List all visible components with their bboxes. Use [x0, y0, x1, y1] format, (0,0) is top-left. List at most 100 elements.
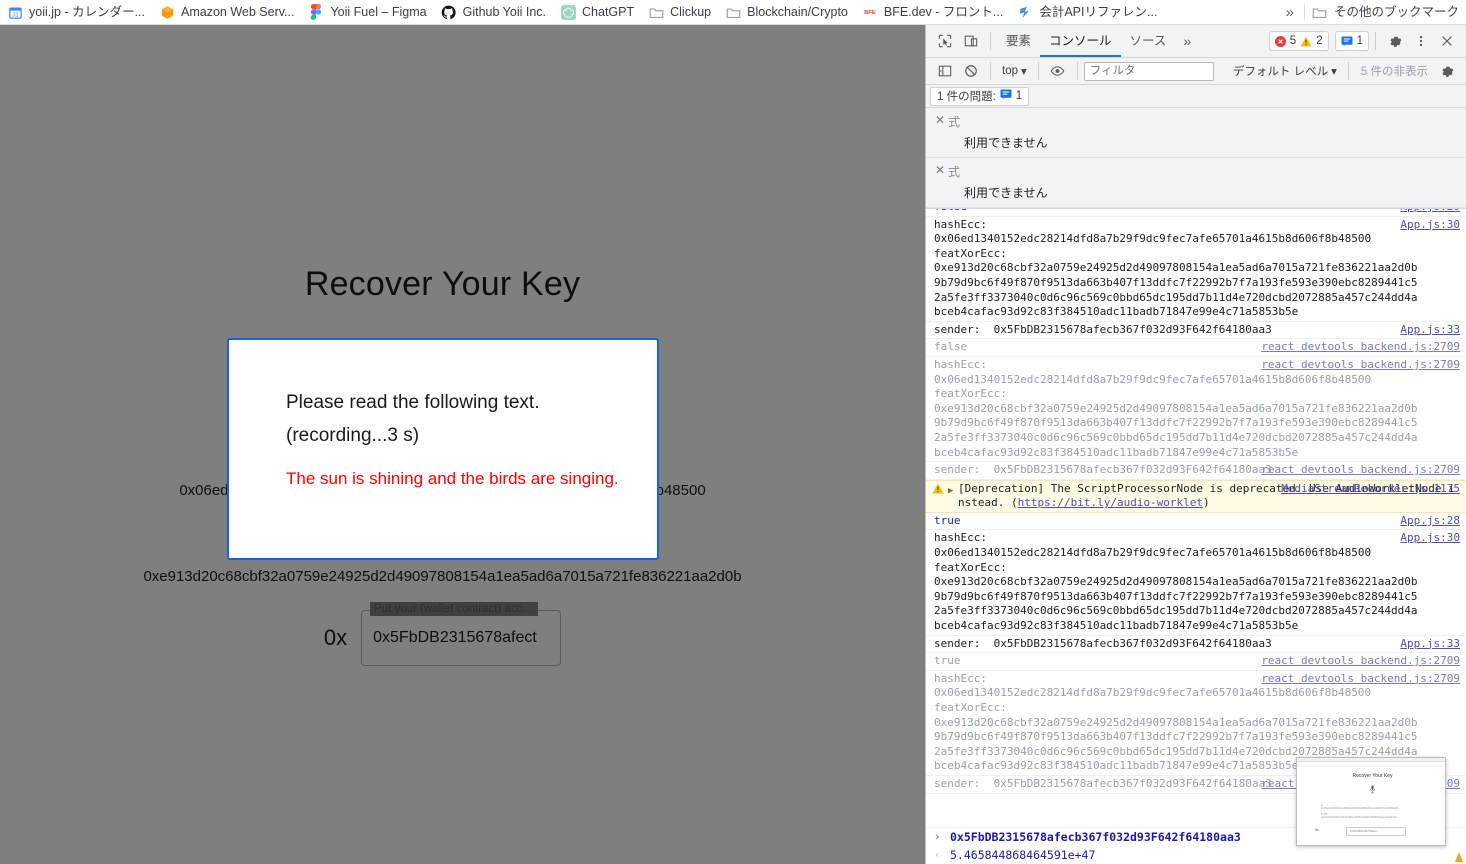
- console-message-link[interactable]: https://bit.ly/audio-worklet: [1018, 496, 1203, 509]
- bookmark-label: Github Yoii Inc.: [462, 5, 547, 19]
- triangle-right-icon[interactable]: ▶: [948, 482, 958, 511]
- bookmark-item-aws[interactable]: Amazon Web Serv...: [152, 1, 301, 23]
- console-log-message[interactable]: true react devtools backend.js:2709: [926, 653, 1466, 671]
- warning-count: 2: [1316, 35, 1323, 47]
- bookmark-item-chatgpt[interactable]: ChatGPT: [553, 1, 641, 23]
- log-level-selector[interactable]: デフォルト レベル ▾: [1228, 63, 1342, 79]
- log-level-label: デフォルト レベル: [1232, 66, 1329, 78]
- console-message-source[interactable]: react devtools backend.js:2709: [1261, 463, 1460, 478]
- console-log-message[interactable]: true App.js:28: [926, 513, 1466, 531]
- close-icon[interactable]: ✕: [932, 163, 948, 177]
- devtools-panel: 要素 コンソール ソース » 5 2 1 top ▾ フィルタ デフォルト レベ…: [925, 25, 1466, 864]
- thumbnail-field-prefix: 0x: [1315, 827, 1319, 832]
- bookmark-item-bfe[interactable]: BFE BFE.dev - フロント...: [855, 1, 1010, 23]
- live-expression-icon[interactable]: [1045, 58, 1071, 84]
- error-warning-counts[interactable]: 5 2: [1268, 31, 1329, 51]
- console-result-value: 5.465844868464591e+47: [950, 848, 1096, 862]
- filter-divider-3: [1076, 62, 1078, 80]
- console-message-list[interactable]: falseApp.js:28hashEcc: 0x06ed1340152edc2…: [926, 209, 1466, 827]
- console-input-value[interactable]: 0x5FbDB2315678afecb367f032d93F642f64180a…: [950, 830, 1241, 844]
- folder-icon: [648, 4, 664, 20]
- message-count-badge[interactable]: 1: [1334, 31, 1369, 51]
- toolbar-divider-2: [1375, 32, 1376, 50]
- thumbnail-field-row: 0x 0x5FbDB2315678afecb…: [1315, 823, 1430, 836]
- thumbnail-page: Recover Your Key c: 0x06ed1340152edc2821…: [1297, 767, 1445, 845]
- console-message-source[interactable]: react devtools backend.js:2709: [1261, 672, 1460, 687]
- resize-corner-icon: [1455, 852, 1463, 862]
- console-message-source[interactable]: App.js:30: [1400, 531, 1460, 546]
- tab-elements[interactable]: 要素: [997, 25, 1040, 57]
- console-message-source[interactable]: App.js:30: [1400, 218, 1460, 233]
- console-message-source[interactable]: MediaStreamRecorder.js:1175: [1281, 482, 1460, 497]
- console-log-message[interactable]: sender: 0x5FbDB2315678afecb367f032d93F64…: [926, 322, 1466, 340]
- console-log-message[interactable]: hashEcc: 0x06ed1340152edc28214dfd8a7b29f…: [926, 530, 1466, 636]
- chevron-down-icon: ▾: [1021, 66, 1027, 78]
- bookmarks-bar: 31 yoii.jp - カレンダー... Amazon Web Serv...…: [0, 0, 1466, 25]
- prompt-arrow-icon: ›: [934, 830, 941, 843]
- watch-expressions: ✕ 式 利用できません ✕ 式 利用できません: [926, 108, 1466, 209]
- bookmark-folder-other[interactable]: その他のブックマーク: [1305, 1, 1466, 23]
- console-log-message[interactable]: hashEcc: 0x06ed1340152edc28214dfd8a7b29f…: [926, 217, 1466, 322]
- close-icon[interactable]: ✕: [932, 113, 948, 127]
- bookmark-label: Blockchain/Crypto: [747, 5, 848, 19]
- bookmark-label: 会計APIリファレン...: [1039, 5, 1158, 19]
- figma-icon: [308, 4, 324, 20]
- console-message-source[interactable]: App.js:33: [1400, 323, 1460, 338]
- issues-chip[interactable]: 1 件の問題: 1: [930, 86, 1030, 106]
- browser-window: 31 yoii.jp - カレンダー... Amazon Web Serv...…: [0, 0, 1466, 864]
- close-icon[interactable]: [1434, 28, 1460, 54]
- console-log-message[interactable]: false react devtools backend.js:2709: [926, 339, 1466, 357]
- inspect-element-icon[interactable]: [932, 28, 958, 54]
- console-message-source[interactable]: react devtools backend.js:2709: [1261, 358, 1460, 373]
- toolbar-divider: [990, 32, 991, 50]
- console-message-text: sender: 0x5FbDB2315678afecb367f032d93F64…: [934, 636, 1272, 650]
- console-log-message[interactable]: falseApp.js:28: [926, 209, 1466, 217]
- watch-expression-label: 式: [948, 115, 961, 129]
- more-vertical-icon[interactable]: [1408, 28, 1434, 54]
- clear-console-icon[interactable]: [958, 58, 984, 84]
- tab-sources[interactable]: ソース: [1121, 25, 1176, 57]
- console-log-message[interactable]: sender: 0x5FbDB2315678afecb367f032d93F64…: [926, 462, 1466, 480]
- console-message-source[interactable]: App.js:28: [1400, 514, 1460, 529]
- console-messages: falseApp.js:28hashEcc: 0x06ed1340152edc2…: [926, 209, 1466, 794]
- bookmark-label: Yoii Fuel – Figma: [330, 5, 427, 19]
- console-sidebar-icon[interactable]: [932, 58, 958, 84]
- context-selector[interactable]: top ▾: [997, 64, 1032, 78]
- issues-count: 1: [1015, 90, 1023, 102]
- watch-value: 利用できません: [964, 186, 1048, 200]
- bookmark-folder-blockchain-crypto[interactable]: Blockchain/Crypto: [718, 1, 855, 23]
- console-filter-input[interactable]: [1083, 61, 1214, 81]
- issue-icon: [1000, 89, 1012, 103]
- bookmark-item-calendar[interactable]: 31 yoii.jp - カレンダー...: [0, 1, 152, 23]
- gear-icon[interactable]: [1382, 28, 1408, 54]
- tab-console[interactable]: コンソール: [1040, 25, 1121, 57]
- watch-item[interactable]: ✕ 式 利用できません: [926, 158, 1466, 208]
- bookmark-item-github[interactable]: Github Yoii Inc.: [434, 1, 553, 23]
- more-tabs-button[interactable]: »: [1175, 33, 1199, 49]
- console-message-source[interactable]: react devtools backend.js:2709: [1261, 340, 1460, 355]
- console-log-message[interactable]: sender: 0x5FbDB2315678afecb367f032d93F64…: [926, 636, 1466, 654]
- hidden-messages-count: 5 件の非表示: [1360, 66, 1428, 78]
- console-message-source[interactable]: App.js:28: [1400, 209, 1460, 215]
- thumbnail-hash-c: 0x06ed1340152edc28214dfd8a7b29f9dc9fec7a…: [1321, 807, 1401, 810]
- console-message-source[interactable]: react devtools backend.js:2709: [1261, 654, 1460, 669]
- thumbnail-inner: Recover Your Key c: 0x06ed1340152edc2821…: [1297, 758, 1445, 845]
- bookmarks-overflow-button[interactable]: »: [1276, 4, 1304, 21]
- gear-icon[interactable]: [1434, 58, 1460, 84]
- bookmark-item-accounting-api[interactable]: 会計APIリファレン...: [1010, 1, 1164, 23]
- bookmark-label: BFE.dev - フロント...: [883, 5, 1004, 19]
- issue-icon: [1341, 35, 1353, 47]
- console-message-text: true: [934, 513, 961, 527]
- bookmark-folder-clickup[interactable]: Clickup: [641, 1, 718, 23]
- console-message-text: false: [934, 209, 1466, 215]
- console-message-source[interactable]: App.js:33: [1400, 637, 1460, 652]
- console-warning-message[interactable]: ▶ [Deprecation] The ScriptProcessorNode i…: [926, 479, 1466, 513]
- svg-text:31: 31: [12, 12, 18, 18]
- console-log-message[interactable]: hashEcc: 0x06ed1340152edc28214dfd8a7b29f…: [926, 357, 1466, 463]
- watch-item[interactable]: ✕ 式 利用できません: [926, 108, 1466, 158]
- console-issue-bar: 1 件の問題: 1: [926, 85, 1466, 108]
- device-toolbar-icon[interactable]: [958, 28, 984, 54]
- bookmark-item-figma[interactable]: Yoii Fuel – Figma: [301, 1, 433, 23]
- bookmark-label: ChatGPT: [582, 5, 635, 19]
- thumbnail-card: Recover Your Key c: 0x06ed1340152edc2821…: [1315, 773, 1430, 845]
